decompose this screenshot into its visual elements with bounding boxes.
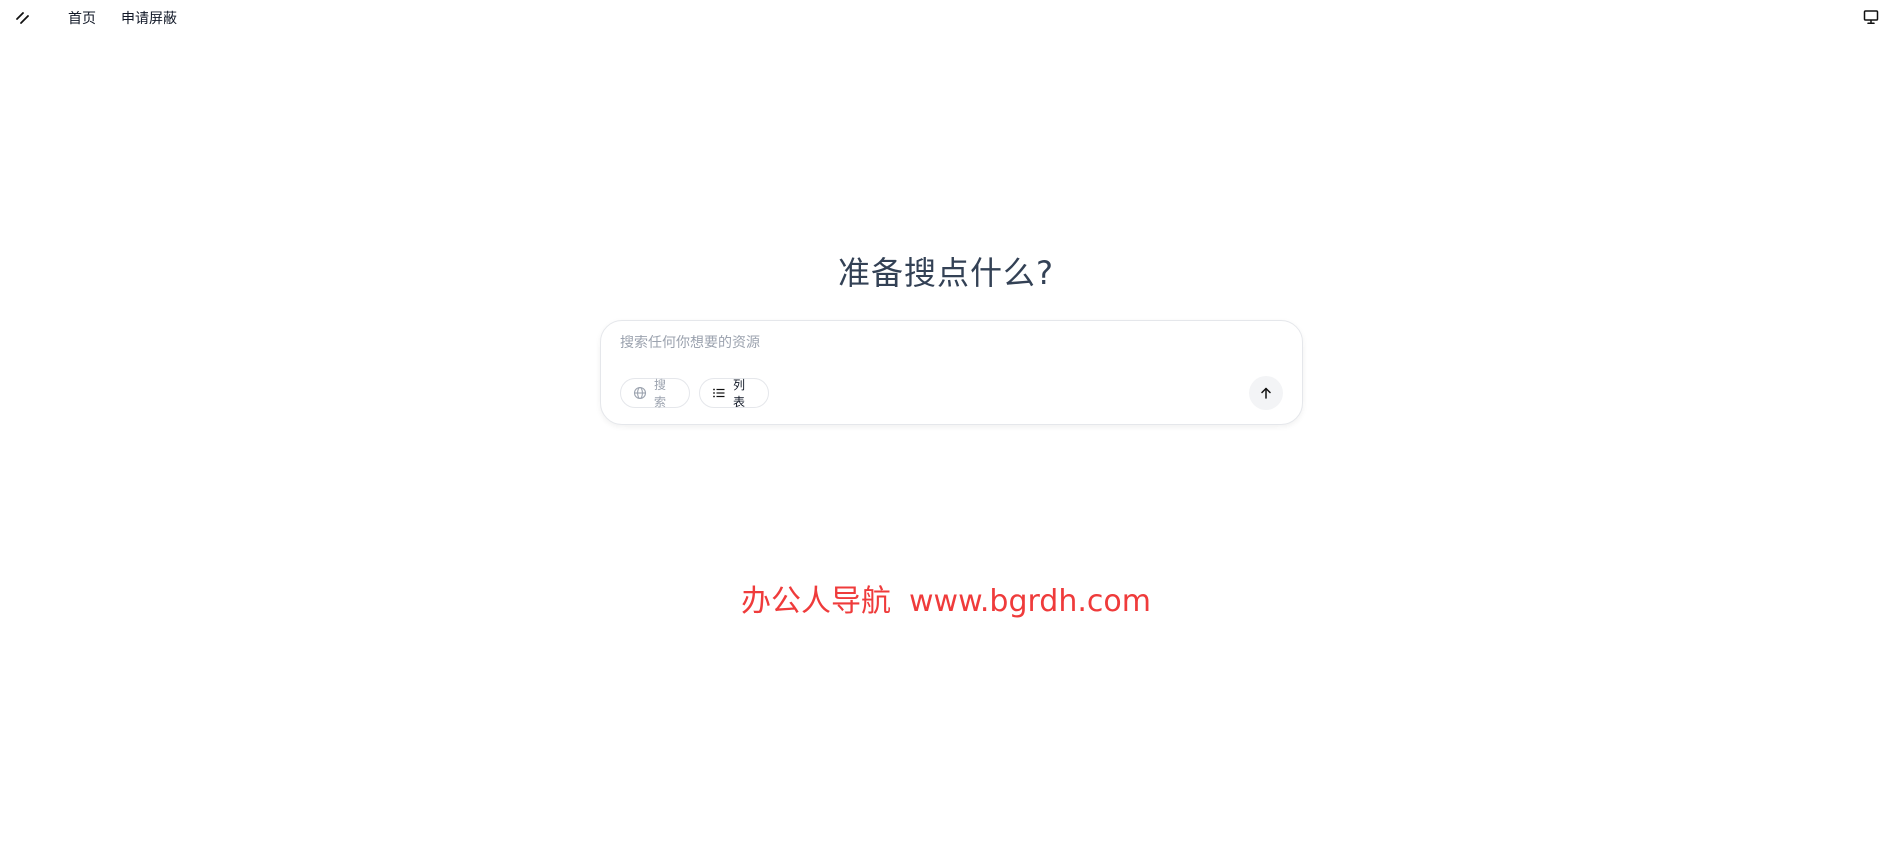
search-mode-chip[interactable]: 搜索: [620, 378, 690, 409]
search-input[interactable]: [620, 335, 1220, 351]
site-watermark: 办公人导航 www.bgrdh.com: [0, 576, 1892, 620]
search-card: 搜索 列表: [600, 320, 1303, 425]
list-mode-label: 列表: [733, 378, 746, 409]
page-title: 准备搜点什么?: [838, 254, 1054, 292]
monitor-icon[interactable]: [1862, 8, 1880, 26]
arrow-up-icon: [1259, 386, 1273, 400]
globe-icon: [633, 386, 647, 400]
top-bar: 首页 申请屏蔽: [0, 0, 1892, 36]
submit-button[interactable]: [1249, 376, 1283, 410]
main-nav: 首页 申请屏蔽: [68, 8, 177, 28]
list-icon: [712, 386, 726, 400]
watermark-url: www.bgrdh.com: [909, 584, 1151, 619]
watermark-name: 办公人导航: [741, 584, 892, 619]
slash-logo-icon[interactable]: [14, 9, 32, 27]
search-mode-label: 搜索: [654, 378, 667, 409]
nav-request-block-link[interactable]: 申请屏蔽: [121, 8, 177, 28]
list-mode-chip[interactable]: 列表: [699, 378, 769, 409]
nav-home-link[interactable]: 首页: [68, 8, 96, 28]
